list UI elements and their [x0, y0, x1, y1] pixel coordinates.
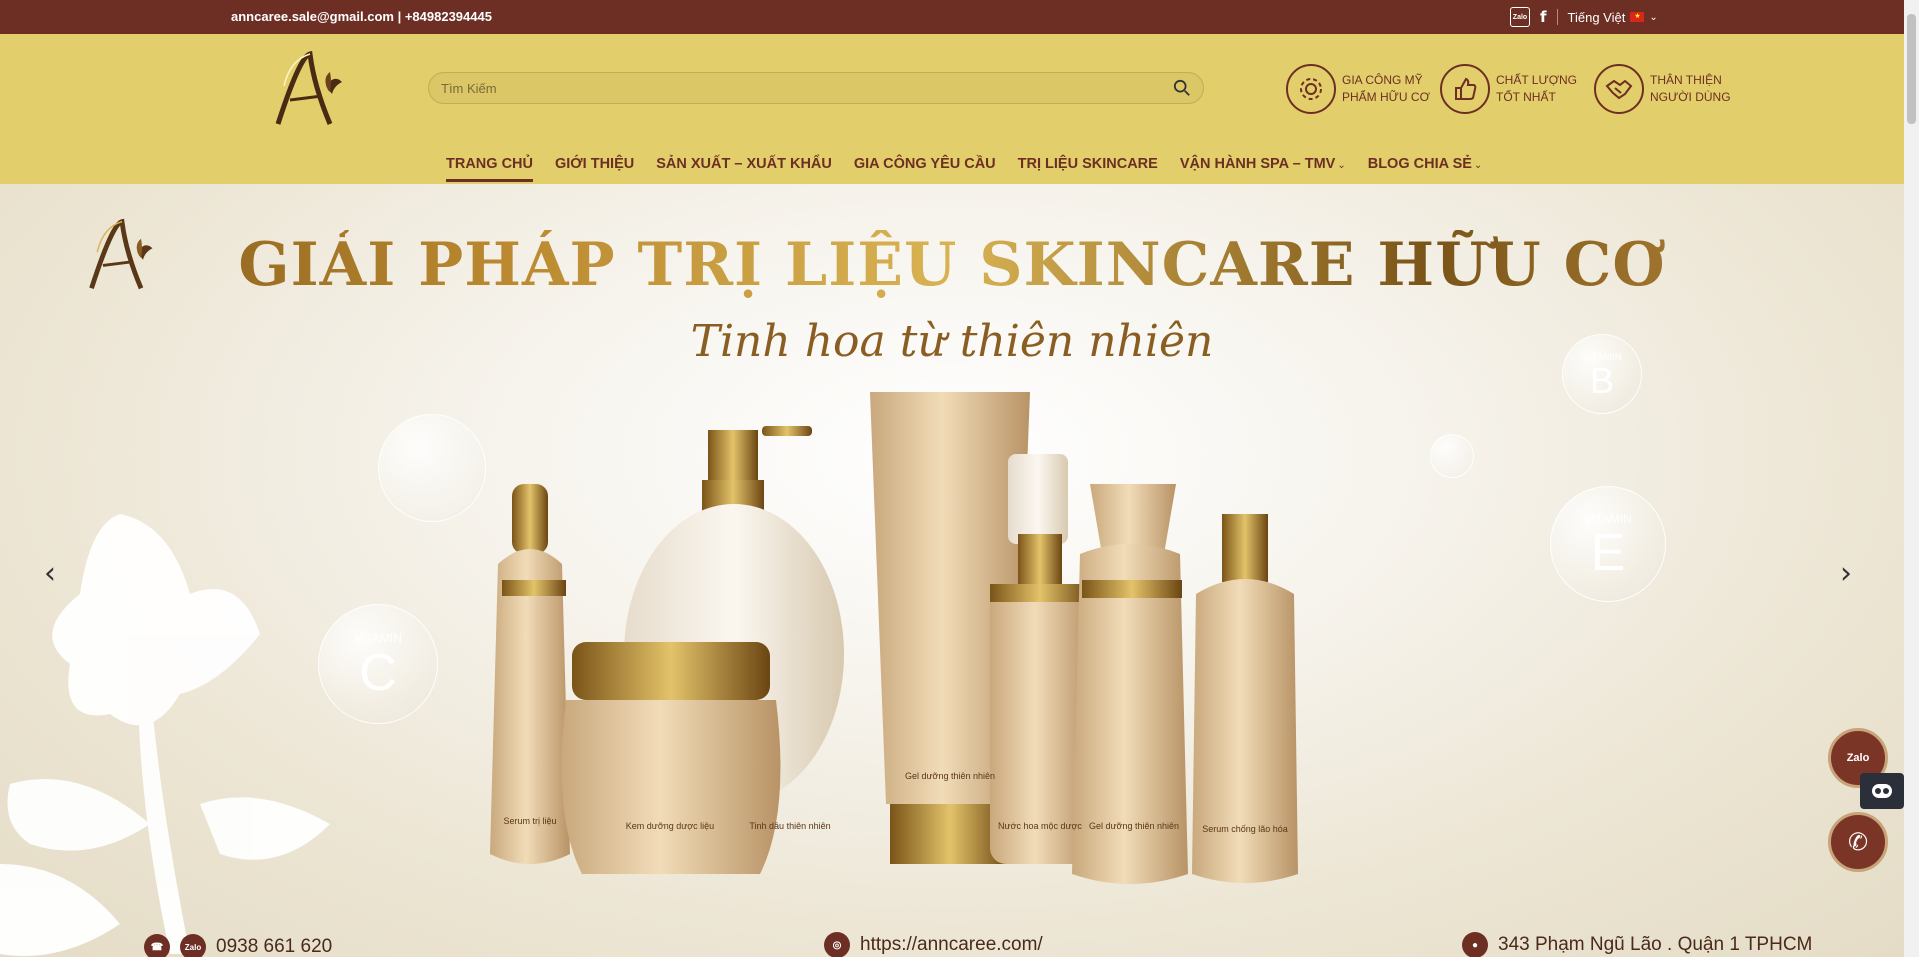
gear-icon	[1286, 64, 1336, 114]
hero-headline: GIẢI PHÁP TRỊ LIỆU SKINCARE HỮU CƠ	[0, 230, 1904, 300]
vitamin-bubble-e: VITAMIN E	[1550, 486, 1666, 602]
nav-item-spa-operation[interactable]: VẬN HÀNH SPA – TMV ⌄	[1180, 156, 1346, 182]
product-label: Tinh dầu thiên nhiên	[749, 821, 830, 831]
location-pin-icon: ●	[1462, 932, 1488, 957]
chatbot-icon[interactable]	[1860, 773, 1904, 809]
feature-line1: CHẤT LƯỢNG	[1496, 73, 1577, 87]
nav-label: BLOG CHIA SẺ	[1367, 156, 1472, 172]
product-label: Serum chống lão hóa	[1202, 824, 1288, 834]
nav-label: SẢN XUẤT – XUẤT KHẨU	[656, 156, 832, 172]
handshake-icon	[1594, 64, 1644, 114]
vitamin-bubble-b: VITAMIN B	[1562, 334, 1642, 414]
product-label: Gel dưỡng thiên nhiên	[1089, 821, 1179, 831]
feature-organic-manufacturing: GIA CÔNG MỸ PHẨM HỮU CƠ	[1286, 64, 1430, 114]
page-scrollbar[interactable]	[1904, 0, 1919, 957]
nav-label: TRANG CHỦ	[446, 156, 533, 172]
product-label: Gel dưỡng thiên nhiên	[905, 771, 995, 781]
language-label: Tiếng Việt	[1567, 9, 1626, 25]
chevron-down-icon: ⌄	[1337, 160, 1346, 171]
product-label: Kem dưỡng dược liệu	[626, 821, 714, 831]
chevron-down-icon: ⌄	[1649, 11, 1658, 23]
vietnam-flag-icon	[1630, 12, 1645, 22]
product-label: Serum trị liệu	[503, 816, 556, 826]
zalo-icon[interactable]: Zalo	[1510, 7, 1530, 27]
phone-icon: ✆	[1847, 828, 1869, 856]
nav-item-blog[interactable]: BLOG CHIA SẺ ⌄	[1368, 156, 1483, 182]
zalo-icon: Zalo	[180, 934, 206, 957]
language-selector[interactable]: Tiếng Việt ⌄	[1568, 10, 1658, 25]
hero-slider: GIẢI PHÁP TRỊ LIỆU SKINCARE HỮU CƠ Tinh …	[0, 184, 1904, 957]
thumbs-up-icon	[1440, 64, 1490, 114]
address-contact: ● 343 Phạm Ngũ Lão . Quận 1 TPHCM	[1462, 932, 1812, 957]
website-contact[interactable]: ◎ https://anncaree.com/	[824, 932, 1043, 957]
topbar-right: Zalo f Tiếng Việt ⌄	[1510, 7, 1658, 27]
address-text: 343 Phạm Ngũ Lão . Quận 1 TPHCM	[1498, 934, 1813, 955]
chevron-down-icon: ⌄	[1473, 160, 1483, 171]
feature-line1: THÂN THIỆN	[1650, 73, 1722, 87]
lotus-decoration	[0, 514, 330, 956]
feature-line2: TỐT NHẤT	[1496, 90, 1556, 104]
bubble-decoration	[1430, 434, 1474, 478]
nav-label: GIA CÔNG YÊU CẦU	[853, 156, 996, 172]
nav-item-custom-manufacturing[interactable]: GIA CÔNG YÊU CẦU	[854, 156, 996, 182]
header: Tìm Kiếm GIA CÔNG MỸ PHẨM HỮU CƠ CHẤT LƯ…	[0, 34, 1904, 184]
nav-item-about[interactable]: GIỚI THIỆU	[555, 156, 634, 182]
nav-label: VẬN HÀNH SPA – TMV	[1179, 156, 1336, 172]
website-url: https://anncaree.com/	[860, 934, 1043, 955]
vitamin-letter: C	[359, 643, 397, 702]
search-bar[interactable]: Tìm Kiếm	[428, 72, 1204, 104]
main-nav: TRANG CHỦ GIỚI THIỆU SẢN XUẤT – XUẤT KHẨ…	[446, 156, 1482, 182]
next-slide-arrow-icon[interactable]: ›	[1840, 556, 1852, 591]
phone-number: 0938 661 620	[216, 936, 333, 957]
vitamin-letter: B	[1589, 359, 1614, 401]
scrollbar-thumb[interactable]	[1907, 14, 1916, 124]
call-button[interactable]: ✆	[1828, 812, 1888, 872]
vitamin-bubble-c: VITAMIN C	[318, 604, 438, 724]
top-bar: anncaree.sale@gmail.com | +84982394445 Z…	[0, 0, 1904, 34]
contact-info: anncaree.sale@gmail.com | +84982394445	[231, 9, 492, 24]
nav-item-production-export[interactable]: SẢN XUẤT – XUẤT KHẨU	[656, 156, 832, 182]
nav-item-skincare-therapy[interactable]: TRỊ LIỆU SKINCARE	[1018, 156, 1158, 182]
globe-icon: ◎	[824, 932, 850, 957]
product-lineup-image: Serum trị liệu Kem dưỡng dược liệu Tinh …	[490, 392, 1298, 884]
facebook-icon[interactable]: f	[1540, 8, 1547, 26]
zalo-icon: Zalo	[1846, 752, 1870, 764]
nav-label: TRỊ LIỆU SKINCARE	[1017, 156, 1158, 172]
phone-contact[interactable]: ☎ Zalo 0938 661 620	[144, 934, 332, 957]
phone-icon: ☎	[144, 934, 170, 957]
product-label: Nước hoa mộc dược	[998, 821, 1082, 831]
search-input[interactable]: Tìm Kiếm	[441, 81, 1173, 96]
search-icon[interactable]	[1173, 79, 1191, 97]
feature-user-friendly: THÂN THIỆN NGƯỜI DÙNG	[1594, 64, 1731, 114]
feature-line1: GIA CÔNG MỸ	[1342, 73, 1423, 87]
nav-label: GIỚI THIỆU	[555, 156, 635, 172]
divider	[1556, 9, 1558, 25]
prev-slide-arrow-icon[interactable]: ‹	[44, 556, 56, 591]
brand-logo[interactable]	[270, 46, 350, 130]
feature-line2: NGƯỜI DÙNG	[1650, 90, 1731, 104]
feature-best-quality: CHẤT LƯỢNG TỐT NHẤT	[1440, 64, 1577, 114]
vitamin-letter: E	[1590, 524, 1626, 583]
feature-line2: PHẨM HỮU CƠ	[1342, 90, 1430, 104]
nav-item-home[interactable]: TRANG CHỦ	[446, 156, 533, 182]
